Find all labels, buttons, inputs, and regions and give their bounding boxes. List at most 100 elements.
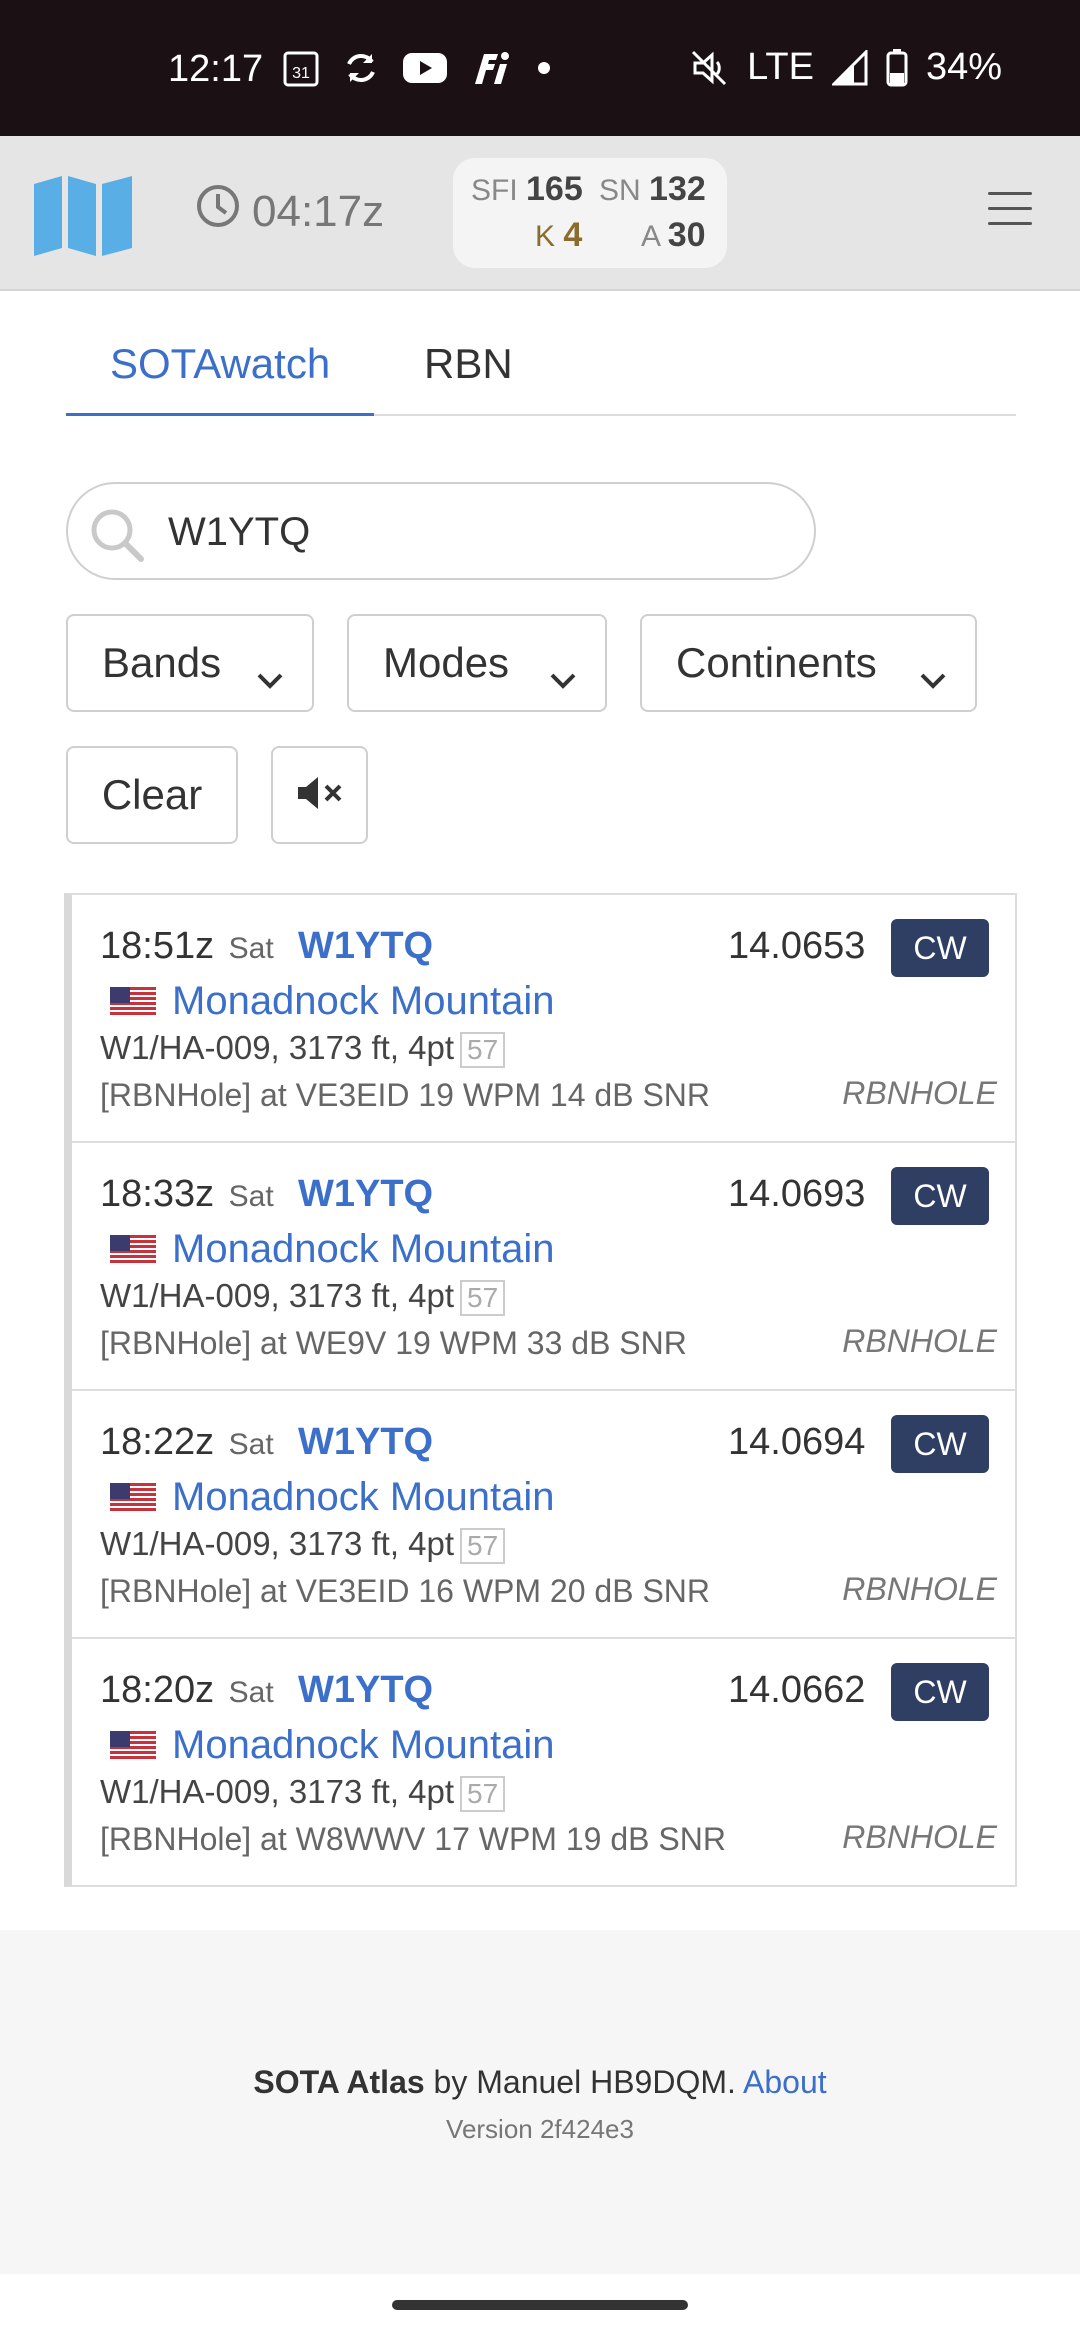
footer-app-name: SOTA Atlas xyxy=(253,2064,425,2100)
continents-dropdown[interactable]: Continents xyxy=(640,614,977,712)
spot-frequency: 14.0693 xyxy=(728,1173,866,1215)
spot-frequency: 14.0662 xyxy=(728,1669,866,1711)
spot-row[interactable]: 18:51z Sat W1YTQ 14.0653 CW Monadnock Mo… xyxy=(72,895,1015,1143)
sound-toggle-button[interactable] xyxy=(271,746,368,844)
summit-link[interactable]: Monadnock Mountain xyxy=(172,1475,554,1520)
utc-clock: 04:17z xyxy=(196,184,384,239)
sn-value: 132 xyxy=(649,170,706,208)
modes-label: Modes xyxy=(383,639,510,686)
spot-comment: [RBNHole] at W8WWV 17 WPM 19 dB SNR xyxy=(100,1821,726,1857)
chevron-down-icon xyxy=(256,652,284,700)
spot-comment: [RBNHole] at VE3EID 19 WPM 14 dB SNR xyxy=(100,1077,710,1113)
summit-reference: W1/HA-009, 3173 ft, 4pt 57 xyxy=(100,1029,506,1068)
summit-link[interactable]: Monadnock Mountain xyxy=(172,1227,554,1272)
signal-icon xyxy=(831,48,868,88)
clock-icon xyxy=(196,184,240,239)
summit-reference: W1/HA-009, 3173 ft, 4pt 57 xyxy=(100,1773,506,1812)
search-box xyxy=(66,482,816,580)
sn-label: SN xyxy=(599,174,641,207)
spot-mode-badge: CW xyxy=(891,1415,989,1473)
spot-day: Sat xyxy=(228,1676,274,1709)
spot-mode-badge: CW xyxy=(891,1663,989,1721)
spot-frequency: 14.0694 xyxy=(728,1421,866,1463)
tab-bar: SOTAwatch RBN xyxy=(66,326,1016,416)
us-flag-icon xyxy=(110,987,156,1017)
summit-reference: W1/HA-009, 3173 ft, 4pt 57 xyxy=(100,1525,506,1564)
spot-source: RBNHOLE xyxy=(842,1571,997,1607)
bands-dropdown[interactable]: Bands xyxy=(66,614,314,712)
tab-rbn[interactable]: RBN xyxy=(380,334,557,416)
home-indicator[interactable] xyxy=(392,2300,688,2310)
footer-version: Version 2f424e3 xyxy=(446,2114,634,2144)
dot-icon xyxy=(532,48,556,88)
spot-age-badge: 57 xyxy=(460,1280,506,1316)
fi-icon xyxy=(470,48,510,88)
summit-reference: W1/HA-009, 3173 ft, 4pt 57 xyxy=(100,1277,506,1316)
search-icon xyxy=(86,504,148,571)
mute-icon xyxy=(689,48,729,88)
spot-day: Sat xyxy=(228,932,274,965)
spot-row[interactable]: 18:22z Sat W1YTQ 14.0694 CW Monadnock Mo… xyxy=(72,1391,1015,1639)
svg-text:31: 31 xyxy=(292,65,310,82)
us-flag-icon xyxy=(110,1483,156,1513)
spot-age-badge: 57 xyxy=(460,1528,506,1564)
k-label: K xyxy=(535,220,556,253)
volume-mute-icon xyxy=(296,775,344,816)
spot-callsign[interactable]: W1YTQ xyxy=(298,925,433,968)
youtube-icon xyxy=(402,48,448,88)
bands-label: Bands xyxy=(102,639,222,686)
spot-frequency: 14.0653 xyxy=(728,925,866,967)
summit-link[interactable]: Monadnock Mountain xyxy=(172,979,554,1024)
spot-time: 18:33z Sat xyxy=(100,1173,274,1215)
spot-mode-badge: CW xyxy=(891,1167,989,1225)
spot-time: 18:20z Sat xyxy=(100,1669,274,1711)
k-value: 4 xyxy=(563,216,583,254)
footer-credits: SOTA Atlas by Manuel HB9DQM. About xyxy=(0,2064,1080,2101)
clear-button[interactable]: Clear xyxy=(66,746,238,844)
menu-icon[interactable] xyxy=(988,192,1032,226)
chevron-down-icon xyxy=(919,652,947,700)
spot-mode-badge: CW xyxy=(891,919,989,977)
battery-icon xyxy=(886,48,908,88)
spot-age-badge: 57 xyxy=(460,1032,506,1068)
spot-source: RBNHOLE xyxy=(842,1323,997,1359)
spot-comment: [RBNHole] at VE3EID 16 WPM 20 dB SNR xyxy=(100,1573,710,1609)
spot-time: 18:22z Sat xyxy=(100,1421,274,1463)
footer-author: by Manuel HB9DQM. xyxy=(424,2064,743,2100)
about-link[interactable]: About xyxy=(743,2064,827,2100)
status-time: 12:17 xyxy=(168,48,264,90)
spot-time: 18:51z Sat xyxy=(100,925,274,967)
us-flag-icon xyxy=(110,1731,156,1761)
network-type: LTE xyxy=(747,46,814,88)
calendar-icon: 31 xyxy=(282,48,320,88)
continents-label: Continents xyxy=(676,639,877,686)
sfi-value: 165 xyxy=(526,170,583,208)
spot-row[interactable]: 18:33z Sat W1YTQ 14.0693 CW Monadnock Mo… xyxy=(72,1143,1015,1391)
chevron-down-icon xyxy=(549,652,577,700)
summit-link[interactable]: Monadnock Mountain xyxy=(172,1723,554,1768)
status-bar: 12:17 31 LTE 34% xyxy=(0,0,1080,136)
spot-list: 18:51z Sat W1YTQ 14.0653 CW Monadnock Mo… xyxy=(64,893,1017,1887)
spot-row[interactable]: 18:20z Sat W1YTQ 14.0662 CW Monadnock Mo… xyxy=(72,1639,1015,1885)
spot-callsign[interactable]: W1YTQ xyxy=(298,1173,433,1216)
spot-day: Sat xyxy=(228,1428,274,1461)
status-system-icons: LTE 34% xyxy=(689,46,1002,89)
spot-callsign[interactable]: W1YTQ xyxy=(298,1669,433,1712)
spot-age-badge: 57 xyxy=(460,1776,506,1812)
a-label: A xyxy=(641,220,660,253)
spot-source: RBNHOLE xyxy=(842,1075,997,1111)
tab-sotawatch[interactable]: SOTAwatch xyxy=(66,334,375,416)
modes-dropdown[interactable]: Modes xyxy=(347,614,607,712)
sfi-label: SFI xyxy=(471,174,518,207)
battery-level: 34% xyxy=(925,46,1002,88)
solar-conditions[interactable]: SFI 165 SN 132 K 4 A 30 xyxy=(453,158,727,268)
spot-source: RBNHOLE xyxy=(842,1819,997,1855)
a-value: 30 xyxy=(667,216,706,254)
spot-comment: [RBNHole] at WE9V 19 WPM 33 dB SNR xyxy=(100,1325,687,1361)
spot-day: Sat xyxy=(228,1180,274,1213)
search-input[interactable] xyxy=(168,502,768,562)
us-flag-icon xyxy=(110,1235,156,1265)
spot-callsign[interactable]: W1YTQ xyxy=(298,1421,433,1464)
app-header: 04:17z SFI 165 SN 132 K 4 A 30 xyxy=(0,136,1080,291)
map-logo-icon[interactable] xyxy=(32,174,134,261)
